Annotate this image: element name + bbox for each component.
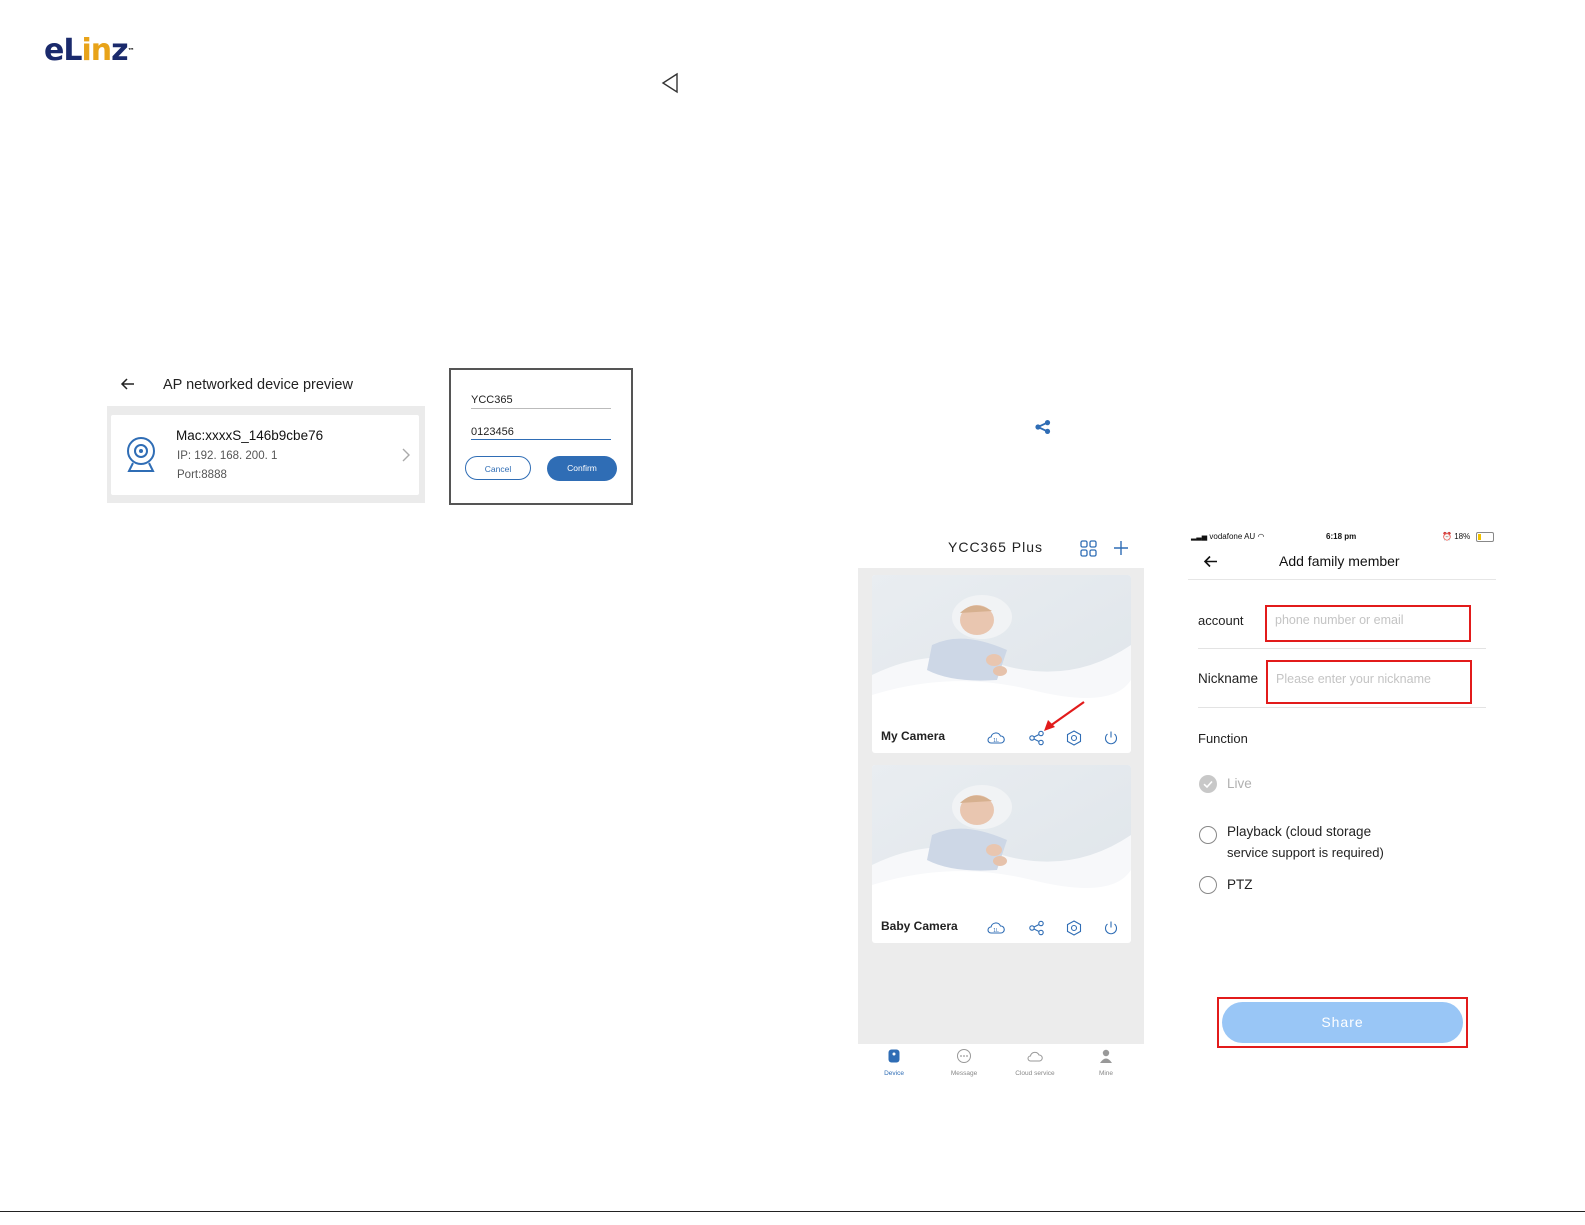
svg-text:1L: 1L: [993, 738, 999, 744]
confirm-button[interactable]: Confirm: [547, 456, 617, 481]
status-time: 6:18 pm: [1326, 532, 1357, 541]
account-input[interactable]: [1275, 613, 1465, 627]
nickname-input[interactable]: [1276, 672, 1466, 686]
nickname-label: Nickname: [1198, 671, 1259, 686]
username-underline: [471, 408, 611, 409]
add-family-title: Add family member: [1279, 553, 1400, 569]
playback-option-note: service support is required): [1227, 845, 1384, 860]
ap-preview-title: AP networked device preview: [163, 377, 353, 393]
elinz-logo: eLinz™: [44, 33, 135, 68]
person-icon: [1100, 1049, 1112, 1063]
status-bar: ▂▃▅ vodafone AU ◠ 6:18 pm ⏰ 18%: [1188, 531, 1496, 545]
header-divider: [1188, 579, 1496, 580]
nickname-input-frame: [1266, 660, 1472, 704]
tab-device[interactable]: Device: [859, 1048, 929, 1077]
nickname-divider: [1198, 707, 1486, 708]
password-underline: [471, 439, 611, 440]
add-device-icon[interactable]: [1113, 540, 1129, 556]
check-icon: [1203, 780, 1213, 789]
tab-label: Device: [884, 1070, 904, 1077]
device-list-title: YCC365 Plus: [948, 539, 1044, 555]
tab-message[interactable]: Message: [929, 1048, 999, 1077]
device-port: Port:8888: [177, 469, 227, 481]
live-checkbox[interactable]: [1199, 775, 1217, 793]
camera-name: Baby Camera: [881, 919, 958, 933]
wifi-icon: ◠: [1257, 532, 1265, 541]
share-button[interactable]: Share: [1222, 1002, 1463, 1043]
page-bottom-rule: [0, 1211, 1585, 1212]
device-login-dialog: YCC365 0123456 Cancel Confirm: [449, 368, 633, 505]
account-input-frame: [1265, 605, 1471, 642]
bottom-tab-bar: Device Message Cloud service Mine: [858, 1044, 1144, 1084]
live-option-label: Live: [1227, 776, 1252, 791]
account-label: account: [1198, 613, 1244, 628]
share-icon: [1035, 420, 1051, 434]
cancel-button[interactable]: Cancel: [465, 456, 531, 480]
function-label: Function: [1198, 731, 1248, 746]
alarm-icon: ⏰: [1442, 532, 1452, 541]
camera-device-icon: [127, 437, 155, 472]
device-list-panel: My Camera 1L Baby Camera 1L: [858, 568, 1144, 1044]
camera-name: My Camera: [881, 729, 946, 743]
red-arrow-pointer: [1044, 701, 1085, 731]
tab-cloud-service[interactable]: Cloud service: [1000, 1048, 1070, 1077]
power-icon[interactable]: [1102, 730, 1120, 746]
tab-mine[interactable]: Mine: [1071, 1048, 1141, 1077]
ptz-radio[interactable]: [1199, 876, 1217, 894]
username-field[interactable]: YCC365: [471, 394, 513, 406]
signal-icon: ▂▃▅: [1191, 534, 1208, 541]
cloud-icon[interactable]: 1L: [987, 920, 1005, 936]
back-arrow-icon[interactable]: [1203, 554, 1219, 569]
carrier-label: ▂▃▅ vodafone AU ◠: [1191, 532, 1265, 541]
battery-icon: [1476, 532, 1494, 542]
account-divider: [1198, 648, 1486, 649]
camera-preview-image[interactable]: [872, 765, 1131, 912]
ap-device-panel: Mac:xxxxS_146b9cbe76 IP: 192. 168. 200. …: [107, 406, 425, 503]
camera-preview-image[interactable]: [872, 575, 1131, 722]
playback-radio[interactable]: [1199, 826, 1217, 844]
device-mac: Mac:xxxxS_146b9cbe76: [176, 428, 324, 443]
ptz-option-label: PTZ: [1227, 877, 1253, 892]
device-icon: [888, 1049, 900, 1063]
camera-card-2[interactable]: Baby Camera 1L: [872, 765, 1131, 943]
camera-card-1[interactable]: My Camera 1L: [872, 575, 1131, 753]
triangle-back-icon: [661, 72, 678, 94]
tab-label: Message: [950, 1070, 978, 1077]
cloud-icon[interactable]: 1L: [987, 730, 1005, 746]
share-button-frame: Share: [1217, 997, 1468, 1048]
cloud-icon: [1027, 1051, 1043, 1062]
tab-label: Cloud service: [1015, 1070, 1055, 1077]
playback-option-label: Playback (cloud storage: [1227, 824, 1372, 839]
chevron-right-icon: [402, 448, 410, 462]
ap-preview-header: AP networked device preview: [110, 372, 430, 402]
grid-view-icon[interactable]: [1080, 540, 1097, 557]
message-icon: [957, 1049, 971, 1063]
svg-text:1L: 1L: [993, 928, 999, 934]
gear-icon[interactable]: [1065, 920, 1083, 936]
trademark-mark: ™: [127, 47, 135, 55]
back-arrow-icon[interactable]: [120, 376, 136, 392]
power-icon[interactable]: [1102, 920, 1120, 936]
password-field[interactable]: 0123456: [471, 426, 514, 438]
share-icon[interactable]: [1028, 920, 1046, 936]
ap-device-card[interactable]: Mac:xxxxS_146b9cbe76 IP: 192. 168. 200. …: [111, 415, 419, 495]
battery-percent: ⏰ 18%: [1442, 532, 1471, 541]
device-ip: IP: 192. 168. 200. 1: [177, 450, 278, 462]
tab-label: Mine: [1098, 1070, 1114, 1077]
